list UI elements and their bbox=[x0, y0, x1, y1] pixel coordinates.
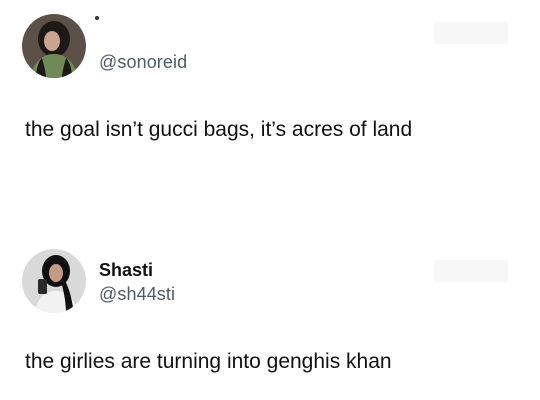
user-handle[interactable]: @sh44sti bbox=[99, 284, 175, 305]
post-sonoreid: @sonoreid the goal isn’t gucci bags, it’… bbox=[0, 0, 540, 200]
tweet-text: the girlies are turning into genghis kha… bbox=[25, 350, 392, 373]
follow-button-placeholder bbox=[434, 260, 508, 282]
user-handle[interactable]: @sonoreid bbox=[99, 52, 187, 73]
avatar-photo-icon bbox=[22, 249, 86, 313]
avatar[interactable] bbox=[22, 14, 86, 78]
tweet-text: the goal isn’t gucci bags, it’s acres of… bbox=[25, 118, 413, 141]
avatar-photo-icon bbox=[22, 14, 86, 78]
display-name[interactable]: Shasti bbox=[99, 260, 153, 281]
post-shasti: Shasti @sh44sti the girlies are turning … bbox=[0, 200, 540, 400]
stray-mark bbox=[95, 16, 99, 20]
avatar[interactable] bbox=[22, 249, 86, 313]
follow-button-placeholder bbox=[434, 22, 508, 44]
